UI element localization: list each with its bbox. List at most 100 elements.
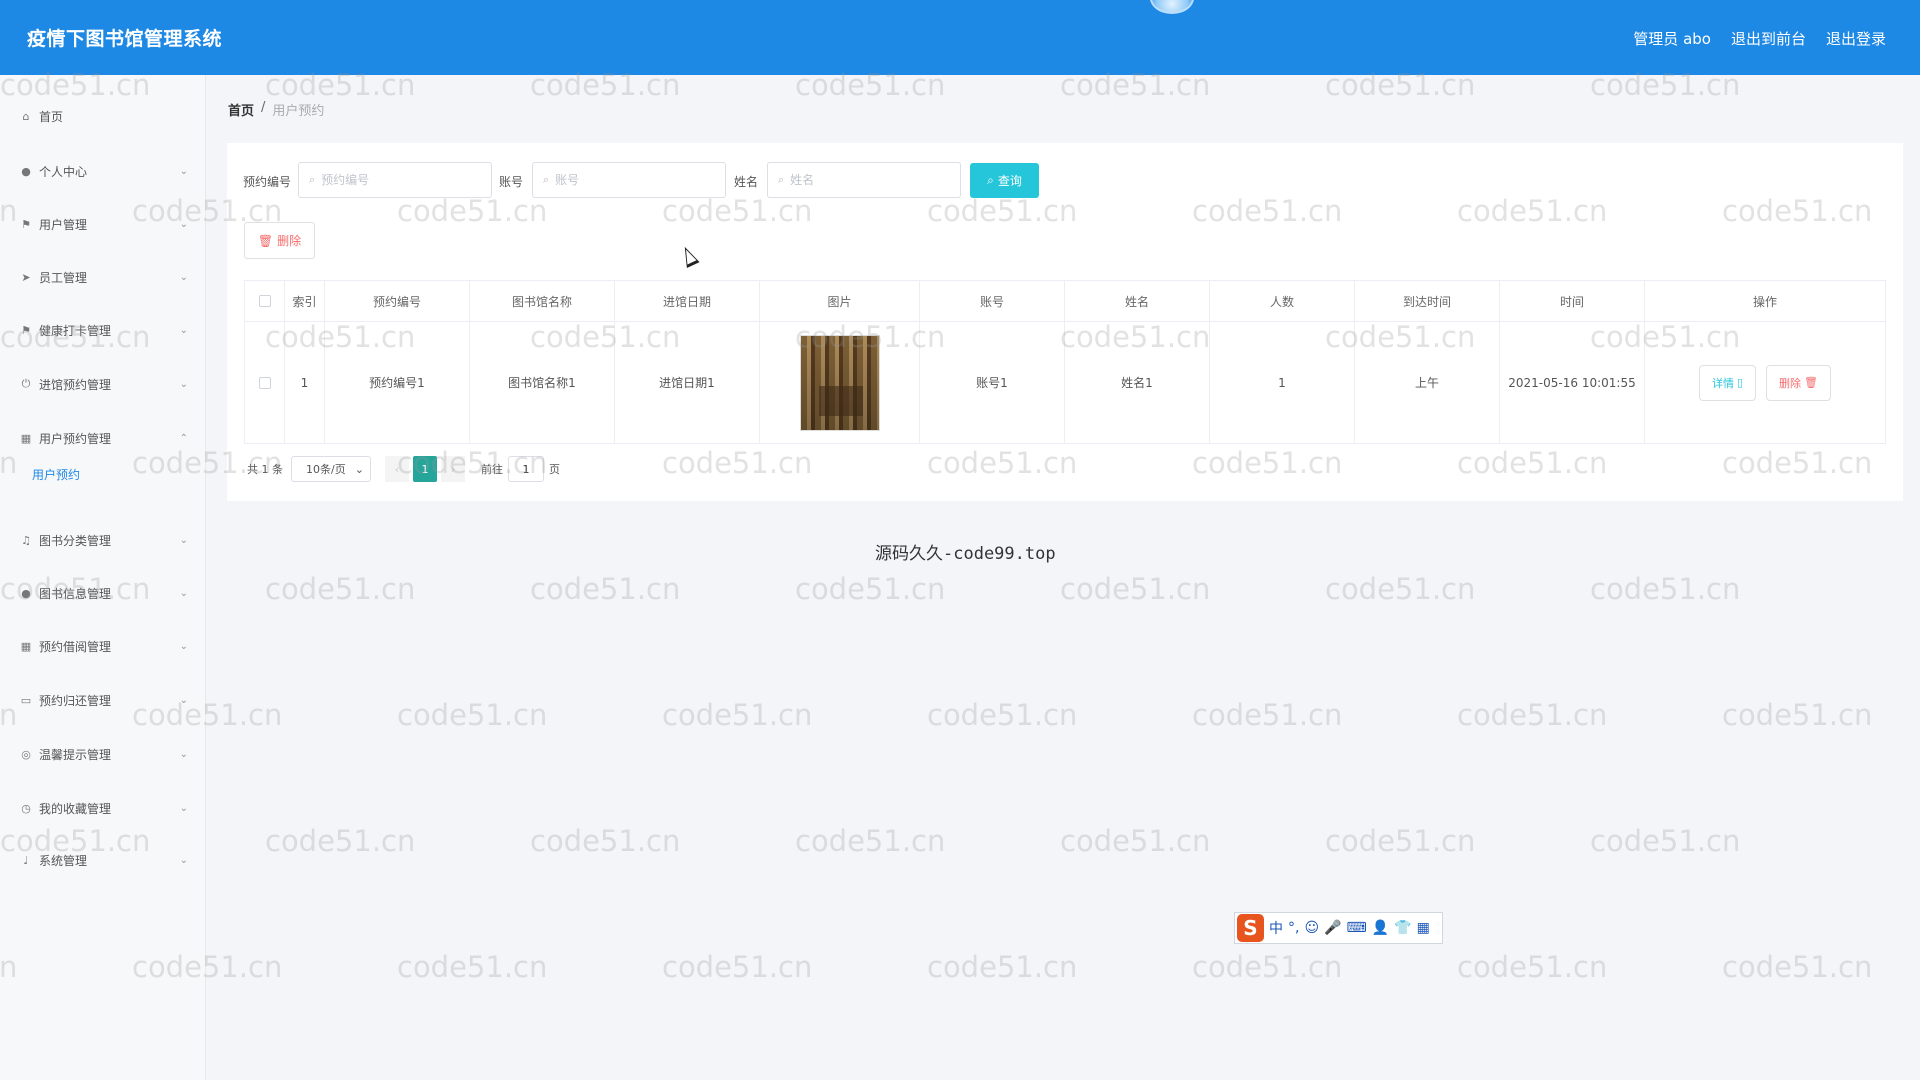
library-photo	[799, 334, 880, 431]
sidebar-item-favorites[interactable]: ◷ 我的收藏管理 ⌄	[0, 793, 206, 823]
next-page-button[interactable]: ›	[441, 456, 465, 482]
name-field[interactable]: ⌕	[767, 162, 961, 198]
goto-page-input[interactable]	[508, 456, 544, 482]
chevron-down-icon: ⌄	[354, 462, 364, 476]
sidebar-item-health-checkin[interactable]: ⚑ 健康打卡管理 ⌄	[0, 315, 206, 345]
sidebar-item-user-management[interactable]: ⚑ 用户管理 ⌄	[0, 209, 206, 239]
watermark-text: code51.cn	[265, 824, 416, 858]
page-size-select[interactable]: 10条/页 ⌄	[291, 456, 371, 482]
watermark-text: code51.cn	[795, 824, 946, 858]
reservation-no-field[interactable]: ⌕	[298, 162, 492, 198]
sidebar-item-label: 系统管理	[39, 853, 88, 868]
sidebar-item-system[interactable]: ♩ 系统管理 ⌄	[0, 845, 206, 875]
keyboard-icon[interactable]: ⌨	[1347, 920, 1367, 936]
cell-account: 账号1	[920, 322, 1065, 443]
search-icon: ⌕	[543, 173, 550, 186]
sidebar-item-label: 图书信息管理	[39, 586, 112, 601]
search-label-reservation-no: 预约编号	[243, 175, 292, 189]
account-field[interactable]: ⌕	[532, 162, 726, 198]
chevron-down-icon: ⌄	[179, 165, 188, 177]
account-input[interactable]	[555, 173, 696, 187]
mic-icon: ♩	[23, 853, 29, 867]
row-select[interactable]	[245, 322, 285, 443]
column-header: 图片	[760, 281, 920, 321]
page-number[interactable]: 1	[413, 456, 437, 482]
breadcrumb-home[interactable]: 首页	[228, 100, 254, 119]
sidebar-item-label: 首页	[39, 109, 64, 124]
send-icon: ➤	[21, 270, 31, 284]
watermark-text: code51.cn	[1060, 824, 1211, 858]
sidebar-item-label: 进馆预约管理	[39, 377, 112, 392]
logout-link[interactable]: 退出登录	[1826, 28, 1886, 49]
breadcrumb: 首页 / 用户预约	[228, 100, 324, 119]
flag-icon: ⚑	[21, 217, 31, 231]
watermark-text: code51.cn	[397, 950, 548, 984]
watermark-text: code51.cn	[795, 572, 946, 606]
trash-icon: 🗑	[1804, 376, 1819, 389]
column-header: 图书馆名称	[470, 281, 615, 321]
page-size-value: 10条/页	[306, 463, 346, 476]
pagination: 共 1 条 10条/页 ⌄ ‹ 1 › 前往 页	[247, 456, 560, 482]
chevron-down-icon: ⌄	[179, 802, 188, 814]
chevron-left-icon: ‹	[394, 462, 400, 476]
globe-icon: ◎	[21, 747, 31, 761]
batch-delete-button[interactable]: 🗑 删除	[244, 222, 315, 259]
emoji-icon[interactable]: ☺	[1304, 920, 1319, 936]
ime-punctuation-icon[interactable]: °,	[1288, 920, 1299, 936]
cell-time: 2021-05-16 10:01:55	[1500, 322, 1645, 443]
sogou-logo-icon[interactable]: S	[1237, 914, 1264, 942]
watermark-text: code51.cn	[1325, 824, 1476, 858]
search-icon: ⌕	[309, 173, 316, 186]
column-header: 姓名	[1065, 281, 1210, 321]
sidebar-item-personal-center[interactable]: ● 个人中心 ⌄	[0, 156, 206, 186]
chat-icon: ▭	[20, 693, 32, 707]
cell-count: 1	[1210, 322, 1355, 443]
watermark-text: code51.cn	[1722, 950, 1873, 984]
user-icon: ●	[21, 586, 31, 600]
name-input[interactable]	[790, 173, 931, 187]
header-select-all[interactable]	[245, 281, 285, 321]
sidebar-item-entry-reservation[interactable]: ⏻ 进馆预约管理 ⌄	[0, 369, 206, 399]
sidebar-subitem-user-reservation[interactable]: 用户预约	[32, 466, 80, 483]
home-icon: ⌂	[22, 109, 30, 123]
checkbox[interactable]	[258, 376, 271, 389]
sidebar-item-label: 健康打卡管理	[39, 323, 112, 338]
cell-photo	[760, 322, 920, 443]
chevron-down-icon: ⌄	[179, 218, 188, 230]
microphone-icon[interactable]: 🎤	[1324, 920, 1341, 936]
chevron-down-icon: ⌄	[179, 324, 188, 336]
sidebar-item-book-category[interactable]: ♫ 图书分类管理 ⌄	[0, 525, 206, 555]
trash-icon: 🗑	[257, 233, 274, 248]
chevron-down-icon: ⌄	[179, 271, 188, 283]
sidebar-item-book-info[interactable]: ● 图书信息管理 ⌄	[0, 578, 206, 608]
row-delete-button[interactable]: 删除 🗑	[1766, 364, 1832, 401]
query-button[interactable]: ⌕ 查询	[970, 163, 1039, 198]
grid-icon: ▦	[20, 431, 32, 445]
sidebar-item-borrow-reservation[interactable]: ▦ 预约借阅管理 ⌄	[0, 631, 206, 661]
toolbox-icon[interactable]: ▦	[1417, 920, 1430, 936]
user-icon[interactable]: 👤	[1372, 920, 1389, 936]
sidebar-item-staff-management[interactable]: ➤ 员工管理 ⌄	[0, 262, 206, 292]
checkbox[interactable]	[258, 295, 271, 307]
cell-library-name: 图书馆名称1	[470, 322, 615, 443]
top-header: 疫情下图书馆管理系统 管理员 abo 退出到前台 退出登录	[0, 0, 1920, 75]
ime-chinese-mode[interactable]: 中	[1269, 918, 1283, 938]
reservation-no-input[interactable]	[321, 173, 462, 187]
sidebar-item-tips[interactable]: ◎ 温馨提示管理 ⌄	[0, 739, 206, 769]
detail-button[interactable]: 详情 ▯	[1698, 364, 1757, 401]
sidebar-item-label: 员工管理	[39, 270, 88, 285]
prev-page-button[interactable]: ‹	[385, 456, 409, 482]
sidebar-item-home[interactable]: ⌂ 首页	[0, 101, 206, 131]
watermark-text: code51.cn	[530, 572, 681, 606]
exit-to-front-link[interactable]: 退出到前台	[1731, 28, 1806, 49]
sidebar-item-return-reservation[interactable]: ▭ 预约归还管理 ⌄	[0, 685, 206, 715]
skin-icon[interactable]: 👕	[1394, 920, 1411, 936]
sidebar-item-user-reservation[interactable]: ▦ 用户预约管理 ⌃	[0, 423, 206, 453]
sidebar-item-label: 图书分类管理	[39, 533, 112, 548]
chevron-right-icon: ›	[450, 462, 456, 476]
chevron-down-icon: ⌄	[179, 748, 188, 760]
chevron-down-icon: ⌄	[179, 378, 188, 390]
grid-icon: ▦	[20, 639, 32, 653]
table-header: 索引 预约编号 图书馆名称 进馆日期 图片 账号 姓名 人数 到达时间 时间 操…	[244, 280, 1886, 322]
watermark-text: code51.cn	[265, 572, 416, 606]
